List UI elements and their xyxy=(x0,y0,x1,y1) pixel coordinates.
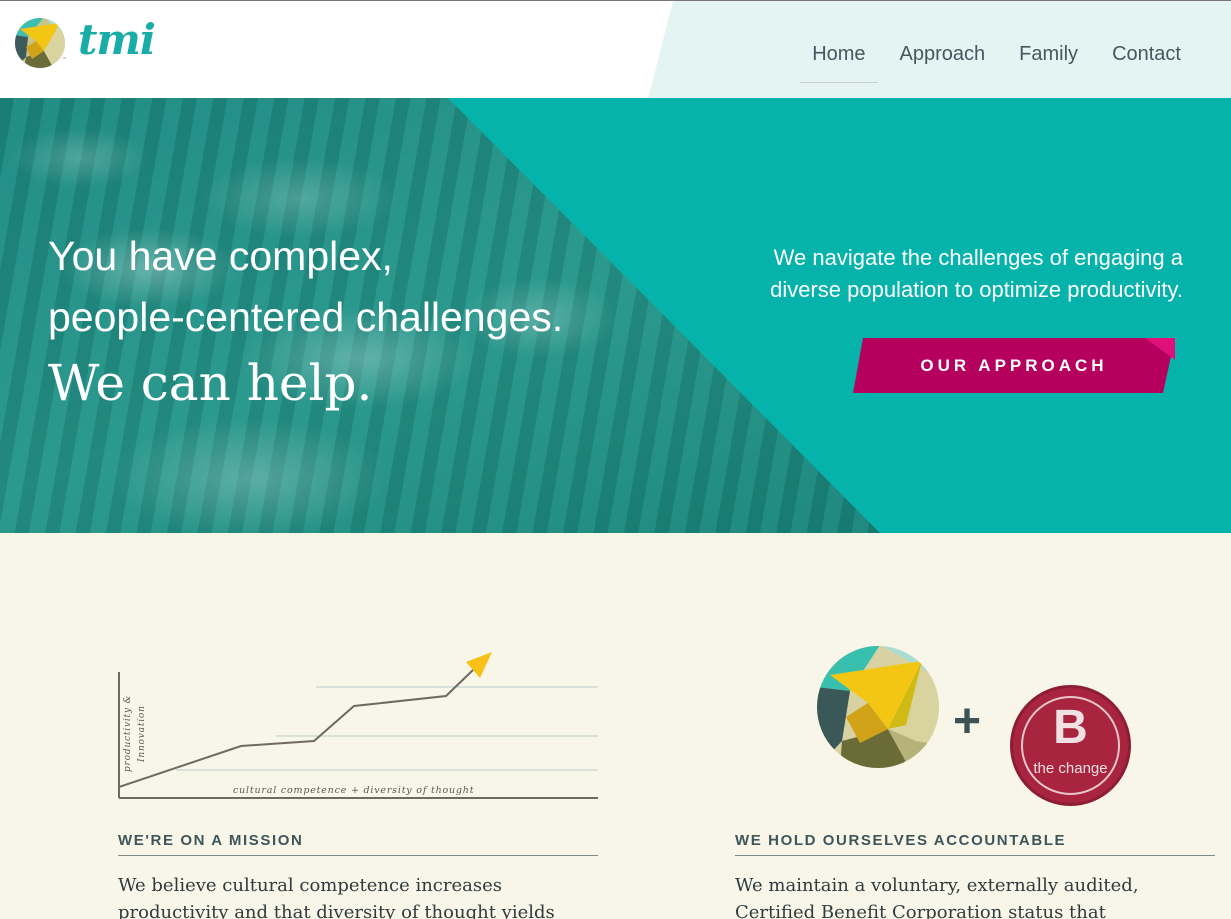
mission-growth-graph: productivity & Innovation cultural compe… xyxy=(118,652,598,799)
our-approach-button[interactable]: OUR APPROACH xyxy=(853,338,1175,393)
hero-subtext: We navigate the challenges of engaging a… xyxy=(770,245,1183,302)
nav-contact[interactable]: Contact xyxy=(1100,41,1193,83)
graph-trend-line xyxy=(118,669,474,788)
graph-y-label-2: Innovation xyxy=(137,705,147,763)
graph-x-label: cultural competence + diversity of thoug… xyxy=(233,785,474,796)
b-corp-tagline: the change xyxy=(1033,760,1108,777)
tmi-logo-icon[interactable] xyxy=(14,17,66,69)
main-nav: Home Approach Family Contact xyxy=(790,41,1193,83)
hero-headline-line1: You have complex, xyxy=(48,233,393,279)
mission-title: WE'RE ON A MISSION xyxy=(118,832,598,856)
nav-home[interactable]: Home xyxy=(800,41,878,83)
site-header: ™ tmi Home Approach Family Contact xyxy=(0,0,1231,99)
plus-sign: + xyxy=(953,695,982,748)
hero-headline-line2: people-centered challenges. xyxy=(48,294,564,340)
trademark-symbol: ™ xyxy=(62,57,67,63)
tmi-large-logo-icon xyxy=(817,646,939,768)
mission-body: We believe cultural competence increases… xyxy=(118,875,555,919)
nav-family[interactable]: Family xyxy=(1007,41,1090,83)
hero-headline: You have complex, people-centered challe… xyxy=(48,226,648,348)
accountable-body: We maintain a voluntary, externally audi… xyxy=(735,872,1215,919)
b-corp-letter: B xyxy=(1053,701,1088,754)
graph-y-label-1: productivity & xyxy=(123,695,133,772)
our-approach-label: OUR APPROACH xyxy=(920,355,1108,375)
hero-help-text: We can help. xyxy=(48,354,373,412)
hero-banner: You have complex, people-centered challe… xyxy=(0,98,1231,533)
accountable-title: WE HOLD OURSELVES ACCOUNTABLE xyxy=(735,832,1215,856)
accountable-body-start: We maintain a voluntary, externally audi… xyxy=(735,875,1139,896)
certified-b-corp-link[interactable]: Certified Benefit Corporation xyxy=(735,902,1002,919)
nav-approach[interactable]: Approach xyxy=(888,41,998,83)
b-corp-badge[interactable]: B the change xyxy=(1010,685,1131,806)
logo-wordmark[interactable]: tmi xyxy=(78,15,156,64)
